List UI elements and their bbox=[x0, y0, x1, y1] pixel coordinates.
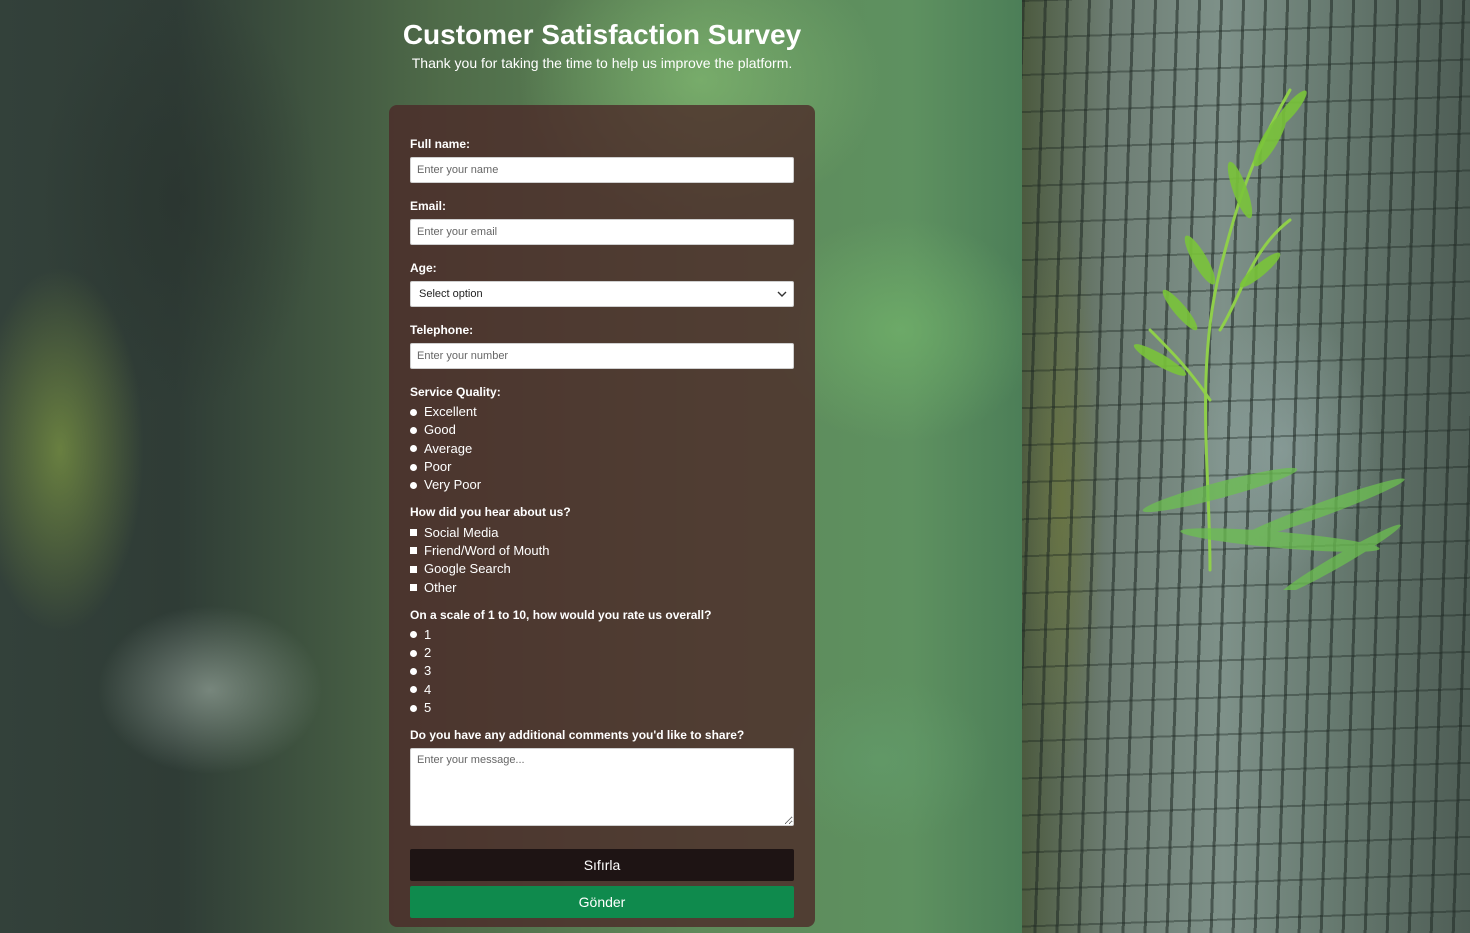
age-select-value: Select option bbox=[419, 288, 483, 300]
comments-label: Do you have any additional comments you'… bbox=[410, 728, 745, 743]
rating-option-3[interactable]: 3 bbox=[410, 662, 794, 680]
rating-option-4[interactable]: 4 bbox=[410, 681, 794, 699]
checkbox-icon[interactable] bbox=[410, 529, 417, 537]
option-label: Excellent bbox=[424, 404, 477, 420]
service-quality-label: Service Quality: bbox=[410, 385, 501, 399]
hear-about-options: Social Media Friend/Word of Mouth Google… bbox=[410, 523, 794, 596]
email-label: Email: bbox=[410, 199, 447, 213]
option-label: 3 bbox=[424, 663, 432, 679]
hear-about-option-google-search[interactable]: Google Search bbox=[410, 560, 794, 578]
hear-about-option-friend[interactable]: Friend/Word of Mouth bbox=[410, 542, 794, 560]
option-label: Very Poor bbox=[424, 477, 482, 493]
option-label: 2 bbox=[424, 645, 432, 661]
radio-icon[interactable] bbox=[410, 463, 417, 471]
page-subtitle: Thank you for taking the time to help us… bbox=[411, 55, 793, 71]
option-label: 5 bbox=[424, 700, 432, 715]
age-select[interactable]: Select option bbox=[410, 281, 794, 307]
option-label: Social Media bbox=[424, 524, 499, 540]
option-label: 1 bbox=[424, 626, 432, 642]
submit-button[interactable]: Gönder bbox=[410, 886, 794, 919]
option-label: Average bbox=[424, 440, 473, 456]
radio-icon[interactable] bbox=[410, 445, 417, 453]
radio-icon[interactable] bbox=[410, 631, 417, 639]
telephone-input[interactable] bbox=[410, 343, 794, 369]
option-label: 4 bbox=[424, 681, 432, 697]
service-quality-option-good[interactable]: Good bbox=[410, 421, 794, 439]
option-label: Good bbox=[424, 422, 456, 438]
full-name-input[interactable] bbox=[410, 157, 794, 183]
hear-about-label: How did you hear about us? bbox=[410, 505, 571, 520]
radio-icon[interactable] bbox=[410, 426, 417, 434]
rating-option-5[interactable]: 5 bbox=[410, 699, 794, 717]
radio-icon[interactable] bbox=[410, 704, 417, 712]
comments-textarea[interactable] bbox=[410, 748, 794, 827]
option-label: Poor bbox=[424, 459, 452, 475]
rating-option-2[interactable]: 2 bbox=[410, 644, 794, 662]
checkbox-icon[interactable] bbox=[410, 565, 417, 573]
plant-sprout-image bbox=[1133, 88, 1405, 590]
overall-rating-options: 1 2 3 4 5 bbox=[410, 626, 794, 717]
telephone-label: Telephone: bbox=[410, 323, 474, 337]
radio-icon[interactable] bbox=[410, 686, 417, 694]
survey-form: Full name: Email: Age: Select option Tel… bbox=[389, 105, 815, 927]
service-quality-option-average[interactable]: Average bbox=[410, 440, 794, 458]
full-name-label: Full name: bbox=[410, 137, 471, 151]
hear-about-option-other[interactable]: Other bbox=[410, 578, 794, 596]
rating-option-1[interactable]: 1 bbox=[410, 626, 794, 644]
radio-icon[interactable] bbox=[410, 408, 417, 416]
survey-header: Customer Satisfaction Survey Thank you f… bbox=[389, 18, 815, 72]
overall-rating-label: On a scale of 1 to 10, how would you rat… bbox=[410, 607, 712, 622]
reset-button[interactable]: Sıfırla bbox=[410, 849, 794, 882]
option-label: Other bbox=[424, 579, 457, 595]
hear-about-option-social-media[interactable]: Social Media bbox=[410, 523, 794, 541]
option-label: Google Search bbox=[424, 561, 511, 577]
radio-icon[interactable] bbox=[410, 649, 417, 657]
page-title: Customer Satisfaction Survey bbox=[402, 19, 802, 50]
checkbox-icon[interactable] bbox=[410, 584, 417, 592]
age-label: Age: bbox=[410, 261, 437, 275]
checkbox-icon[interactable] bbox=[410, 547, 417, 555]
chevron-down-icon bbox=[777, 291, 787, 297]
service-quality-options: Excellent Good Average Poor Very Poor bbox=[410, 403, 794, 494]
option-label: Friend/Word of Mouth bbox=[424, 542, 550, 558]
service-quality-option-poor[interactable]: Poor bbox=[410, 458, 794, 476]
service-quality-option-very-poor[interactable]: Very Poor bbox=[410, 476, 794, 494]
radio-icon[interactable] bbox=[410, 667, 417, 675]
radio-icon[interactable] bbox=[410, 481, 417, 489]
email-input[interactable] bbox=[410, 219, 794, 245]
service-quality-option-excellent[interactable]: Excellent bbox=[410, 403, 794, 421]
